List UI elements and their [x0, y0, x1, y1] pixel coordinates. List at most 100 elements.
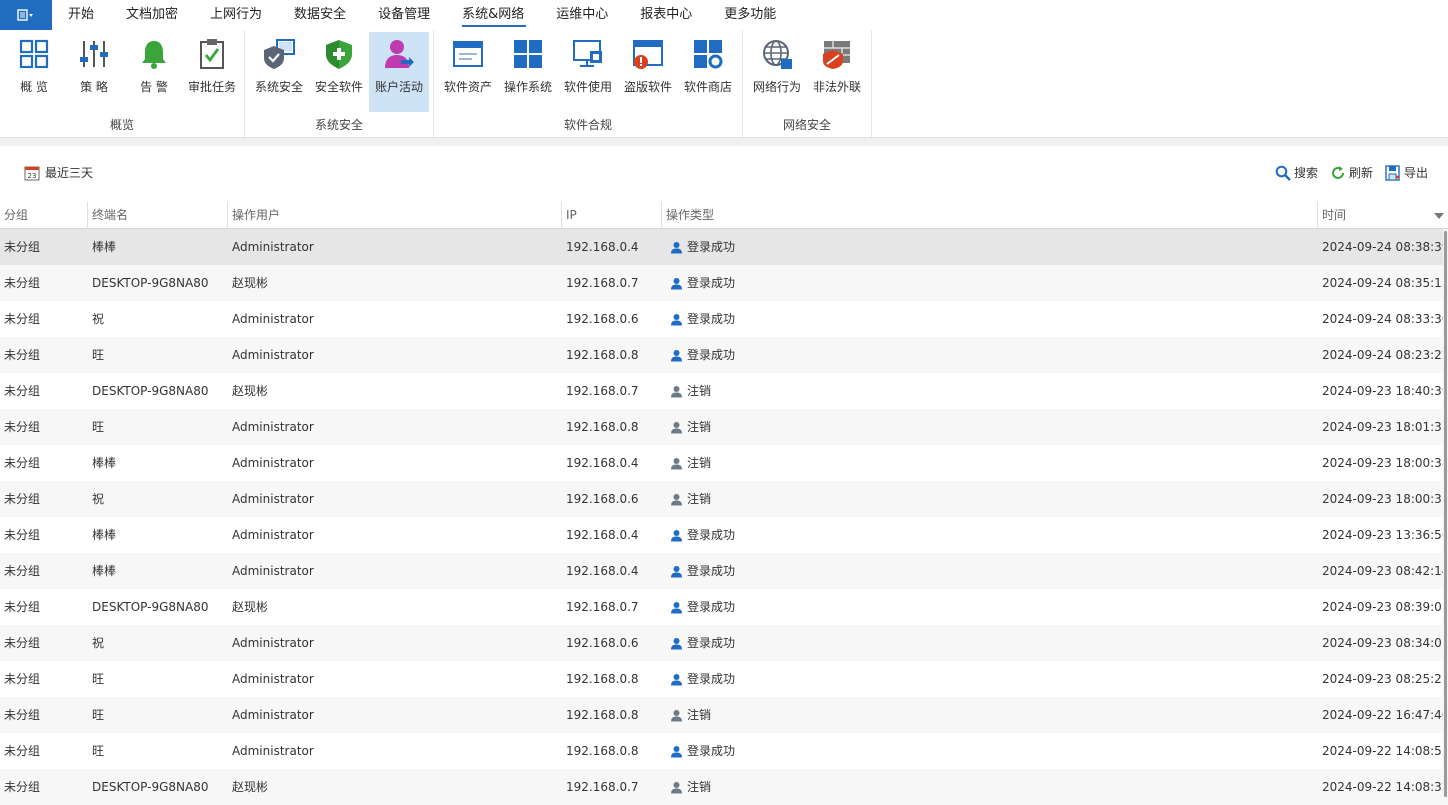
table-row[interactable]: 未分组 棒棒 Administrator 192.168.0.4 登录成功 2024-09…	[0, 553, 1448, 589]
account-activity-button[interactable]: 账户活动	[369, 32, 429, 112]
software-usage-button[interactable]: 软件使用	[558, 32, 618, 112]
cell-user: 赵现彬	[232, 600, 269, 614]
cell-time: 2024-09-23 18:01:37	[1322, 420, 1448, 434]
cell-user: Administrator	[232, 420, 314, 434]
cell-user: 赵现彬	[232, 276, 269, 290]
pirated-software-button[interactable]: 盗版软件	[618, 32, 678, 112]
login-user-icon	[670, 313, 683, 326]
cell-group: 未分组	[4, 744, 41, 758]
security-software-button[interactable]: 安全软件	[309, 32, 369, 112]
table-row[interactable]: 未分组 DESKTOP-9G8NA80 赵现彬 192.168.0.7 登录成功 2024…	[0, 589, 1448, 625]
cell-time: 2024-09-23 08:25:21	[1322, 672, 1448, 686]
menu-item[interactable]: 上网行为	[194, 0, 278, 30]
cell-terminal: DESKTOP-9G8NA80	[92, 600, 209, 614]
approval-task-button[interactable]: 审批任务	[182, 32, 242, 112]
overview-icon	[16, 36, 52, 72]
date-range-filter[interactable]: 23 最近三天	[24, 164, 93, 181]
table-row[interactable]: 未分组 旺 Administrator 192.168.0.8 登录成功 2024-09-…	[0, 733, 1448, 769]
account-activity-table: 分组 终端名 操作用户 IP 操作类型 时间 未分组 棒棒 Administrato…	[0, 202, 1448, 805]
table-row[interactable]: 未分组 旺 Administrator 192.168.0.8 注销 2024-09-23…	[0, 409, 1448, 445]
cell-operation-type: 登录成功	[662, 517, 1318, 553]
network-behavior-button[interactable]: 网络行为	[747, 32, 807, 112]
software-store-button[interactable]: 软件商店	[678, 32, 738, 112]
alarm-bell-icon	[136, 36, 172, 72]
cell-group: 未分组	[4, 708, 41, 722]
system-security-button[interactable]: 系统安全	[249, 32, 309, 112]
menu-item[interactable]: 设备管理	[362, 0, 446, 30]
column-header-group[interactable]: 分组	[0, 202, 88, 229]
software-store-icon	[690, 36, 726, 72]
table-row[interactable]: 未分组 祝 Administrator 192.168.0.6 注销 2024-09-23…	[0, 481, 1448, 517]
cell-group: 未分组	[4, 564, 41, 578]
table-row[interactable]: 未分组 旺 Administrator 192.168.0.8 登录成功 2024-09-…	[0, 661, 1448, 697]
table-row[interactable]: 未分组 棒棒 Administrator 192.168.0.4 登录成功 2024-09…	[0, 229, 1448, 265]
cell-ip: 192.168.0.4	[566, 240, 639, 254]
software-asset-button[interactable]: 软件资产	[438, 32, 498, 112]
cell-terminal: DESKTOP-9G8NA80	[92, 384, 209, 398]
cell-time: 2024-09-23 08:39:07	[1322, 600, 1448, 614]
login-user-icon	[670, 349, 683, 362]
overview-button[interactable]: 概 览	[4, 32, 64, 112]
cell-user: Administrator	[232, 564, 314, 578]
cell-ip: 192.168.0.8	[566, 348, 639, 362]
column-header-user[interactable]: 操作用户	[228, 202, 562, 229]
table-row[interactable]: 未分组 旺 Administrator 192.168.0.8 注销 2024-09-22…	[0, 697, 1448, 733]
column-header-time[interactable]: 时间	[1318, 202, 1448, 229]
menu-item[interactable]: 更多功能	[708, 0, 792, 30]
table-row[interactable]: 未分组 DESKTOP-9G8NA80 赵现彬 192.168.0.7 登录成功 2024…	[0, 265, 1448, 301]
table-row[interactable]: 未分组 DESKTOP-9G8NA80 赵现彬 192.168.0.7 注销 2024-0…	[0, 373, 1448, 409]
cell-terminal: 祝	[92, 312, 105, 326]
cell-ip: 192.168.0.6	[566, 492, 639, 506]
alarm-button[interactable]: 告 警	[124, 32, 184, 112]
table-row[interactable]: 未分组 祝 Administrator 192.168.0.6 登录成功 2024-09-…	[0, 301, 1448, 337]
menu-item[interactable]: 系统&网络	[446, 0, 540, 30]
menu-item[interactable]: 开始	[52, 0, 110, 30]
cell-terminal: 棒棒	[92, 528, 117, 542]
policy-button[interactable]: 策 略	[64, 32, 124, 112]
pirated-software-icon	[630, 36, 666, 72]
cell-time: 2024-09-24 08:33:30	[1322, 312, 1448, 326]
network-globe-icon	[759, 36, 795, 72]
column-header-terminal[interactable]: 终端名	[88, 202, 228, 229]
refresh-button[interactable]: 刷新	[1330, 164, 1373, 181]
illegal-outreach-button[interactable]: 非法外联	[807, 32, 867, 112]
cell-time: 2024-09-24 08:23:22	[1322, 348, 1448, 362]
table-row[interactable]: 未分组 旺 Administrator 192.168.0.8 登录成功 2024-09-…	[0, 337, 1448, 373]
cell-time: 2024-09-24 08:38:39	[1322, 240, 1448, 254]
menu-item[interactable]: 报表中心	[624, 0, 708, 30]
menu-item[interactable]: 文档加密	[110, 0, 194, 30]
search-button[interactable]: 搜索	[1275, 164, 1318, 181]
cell-time: 2024-09-22 16:47:40	[1322, 708, 1448, 722]
cell-user: Administrator	[232, 348, 314, 362]
security-software-shield-icon	[321, 36, 357, 72]
operating-system-button[interactable]: 操作系统	[498, 32, 558, 112]
logout-user-icon	[670, 493, 683, 506]
column-header-ip[interactable]: IP	[562, 202, 662, 229]
app-menu-button[interactable]	[0, 0, 52, 30]
cell-terminal: 旺	[92, 348, 105, 362]
cell-group: 未分组	[4, 348, 41, 362]
svg-text:23: 23	[28, 172, 37, 180]
cell-time: 2024-09-23 18:00:38	[1322, 456, 1448, 470]
table-row[interactable]: 未分组 棒棒 Administrator 192.168.0.4 注销 2024-09-2…	[0, 445, 1448, 481]
cell-operation-type: 注销	[662, 409, 1318, 445]
cell-user: Administrator	[232, 240, 314, 254]
menu-item[interactable]: 运维中心	[540, 0, 624, 30]
cell-operation-type: 登录成功	[662, 265, 1318, 301]
table-row[interactable]: 未分组 DESKTOP-9G8NA80 赵现彬 192.168.0.7 注销 2024-0…	[0, 769, 1448, 805]
vertical-scrollbar-thumb[interactable]	[1444, 231, 1447, 797]
cell-terminal: 棒棒	[92, 240, 117, 254]
table-row[interactable]: 未分组 祝 Administrator 192.168.0.6 登录成功 2024-09-…	[0, 625, 1448, 661]
cell-operation-type: 登录成功	[662, 301, 1318, 337]
policy-sliders-icon	[76, 36, 112, 72]
cell-operation-type: 登录成功	[662, 337, 1318, 373]
export-button[interactable]: 导出	[1385, 164, 1428, 181]
cell-operation-type: 登录成功	[662, 733, 1318, 769]
cell-terminal: 旺	[92, 708, 105, 722]
cell-user: Administrator	[232, 744, 314, 758]
column-header-operation-type[interactable]: 操作类型	[662, 202, 1318, 229]
cell-operation-type: 注销	[662, 445, 1318, 481]
cell-terminal: DESKTOP-9G8NA80	[92, 780, 209, 794]
menu-item[interactable]: 数据安全	[278, 0, 362, 30]
table-row[interactable]: 未分组 棒棒 Administrator 192.168.0.4 登录成功 2024-09…	[0, 517, 1448, 553]
